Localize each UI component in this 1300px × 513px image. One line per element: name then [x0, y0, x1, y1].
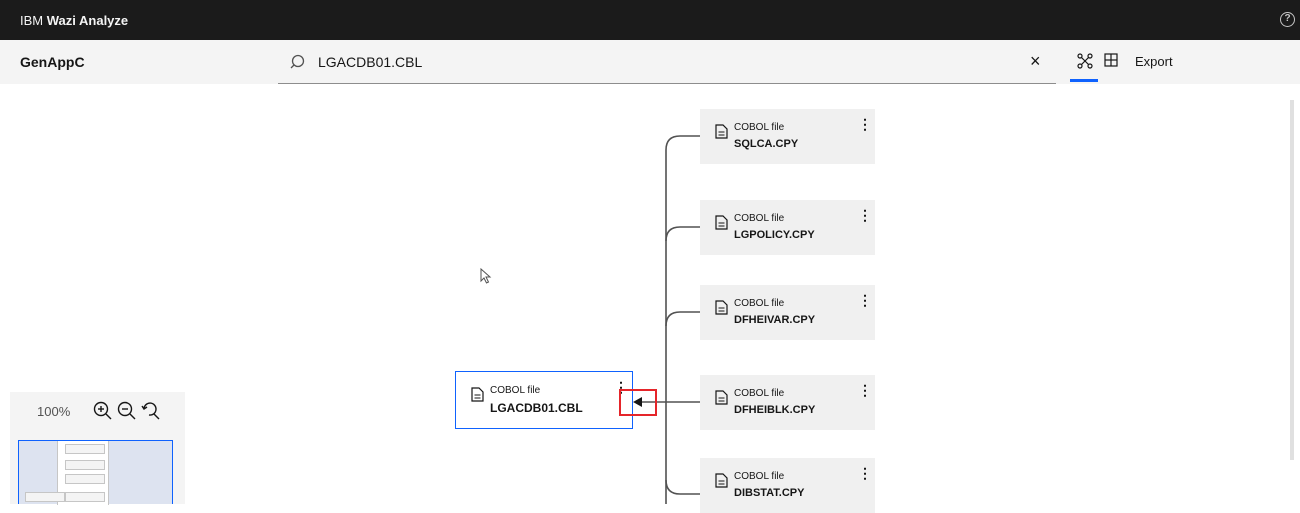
graph-node-dep-3[interactable]: COBOL file DFHEIBLK.CPY ⋮ [700, 375, 875, 430]
node-name: SQLCA.CPY [734, 138, 799, 150]
vertical-scrollbar[interactable] [1290, 100, 1294, 460]
overflow-menu-icon[interactable]: ⋮ [858, 293, 872, 307]
graph-node-dep-0[interactable]: COBOL file SQLCA.CPY ⋮ [700, 109, 875, 164]
edge-trunk [665, 135, 681, 504]
mouse-cursor-icon [480, 268, 492, 284]
overflow-menu-icon[interactable]: ⋮ [858, 466, 872, 480]
node-name: LGACDB01.CBL [490, 401, 583, 415]
minimap-node [65, 492, 105, 502]
edge-dfheivar [665, 311, 700, 327]
document-icon [715, 300, 728, 315]
node-type: COBOL file [734, 388, 785, 399]
graph-edges [633, 135, 700, 504]
highlight-annotation [619, 389, 657, 416]
graph-node-dep-1[interactable]: COBOL file LGPOLICY.CPY ⋮ [700, 200, 875, 255]
node-type: COBOL file [734, 471, 785, 482]
node-name: DIBSTAT.CPY [734, 487, 805, 499]
graph-node-dep-4[interactable]: COBOL file DIBSTAT.CPY ⋮ [700, 458, 875, 513]
overflow-menu-icon[interactable]: ⋮ [858, 383, 872, 397]
overflow-menu-icon[interactable]: ⋮ [858, 117, 872, 131]
graph-node-center[interactable]: COBOL file LGACDB01.CBL ⋮ [455, 371, 633, 429]
zoom-level: 100% [37, 404, 71, 419]
zoom-panel: 100% [10, 392, 185, 505]
document-icon [715, 473, 728, 488]
minimap[interactable] [18, 440, 173, 505]
graph-node-dep-2[interactable]: COBOL file DFHEIVAR.CPY ⋮ [700, 285, 875, 340]
minimap-node [65, 444, 105, 454]
minimap-node [25, 492, 65, 502]
document-icon [471, 387, 484, 402]
zoom-out-icon[interactable] [116, 400, 138, 422]
document-icon [715, 124, 728, 139]
node-name: DFHEIBLK.CPY [734, 404, 816, 416]
document-icon [715, 215, 728, 230]
node-type: COBOL file [490, 385, 541, 396]
minimap-node [65, 474, 105, 484]
node-name: LGPOLICY.CPY [734, 229, 815, 241]
node-type: COBOL file [734, 213, 785, 224]
overflow-menu-icon[interactable]: ⋮ [858, 208, 872, 222]
edge-lgpolicy [665, 226, 700, 242]
zoom-in-icon[interactable] [92, 400, 114, 422]
node-type: COBOL file [734, 122, 785, 133]
document-icon [715, 390, 728, 405]
edge-dibstat [665, 479, 700, 495]
reset-zoom-icon[interactable] [140, 400, 162, 422]
node-type: COBOL file [734, 298, 785, 309]
minimap-node [65, 460, 105, 470]
node-name: DFHEIVAR.CPY [734, 314, 816, 326]
